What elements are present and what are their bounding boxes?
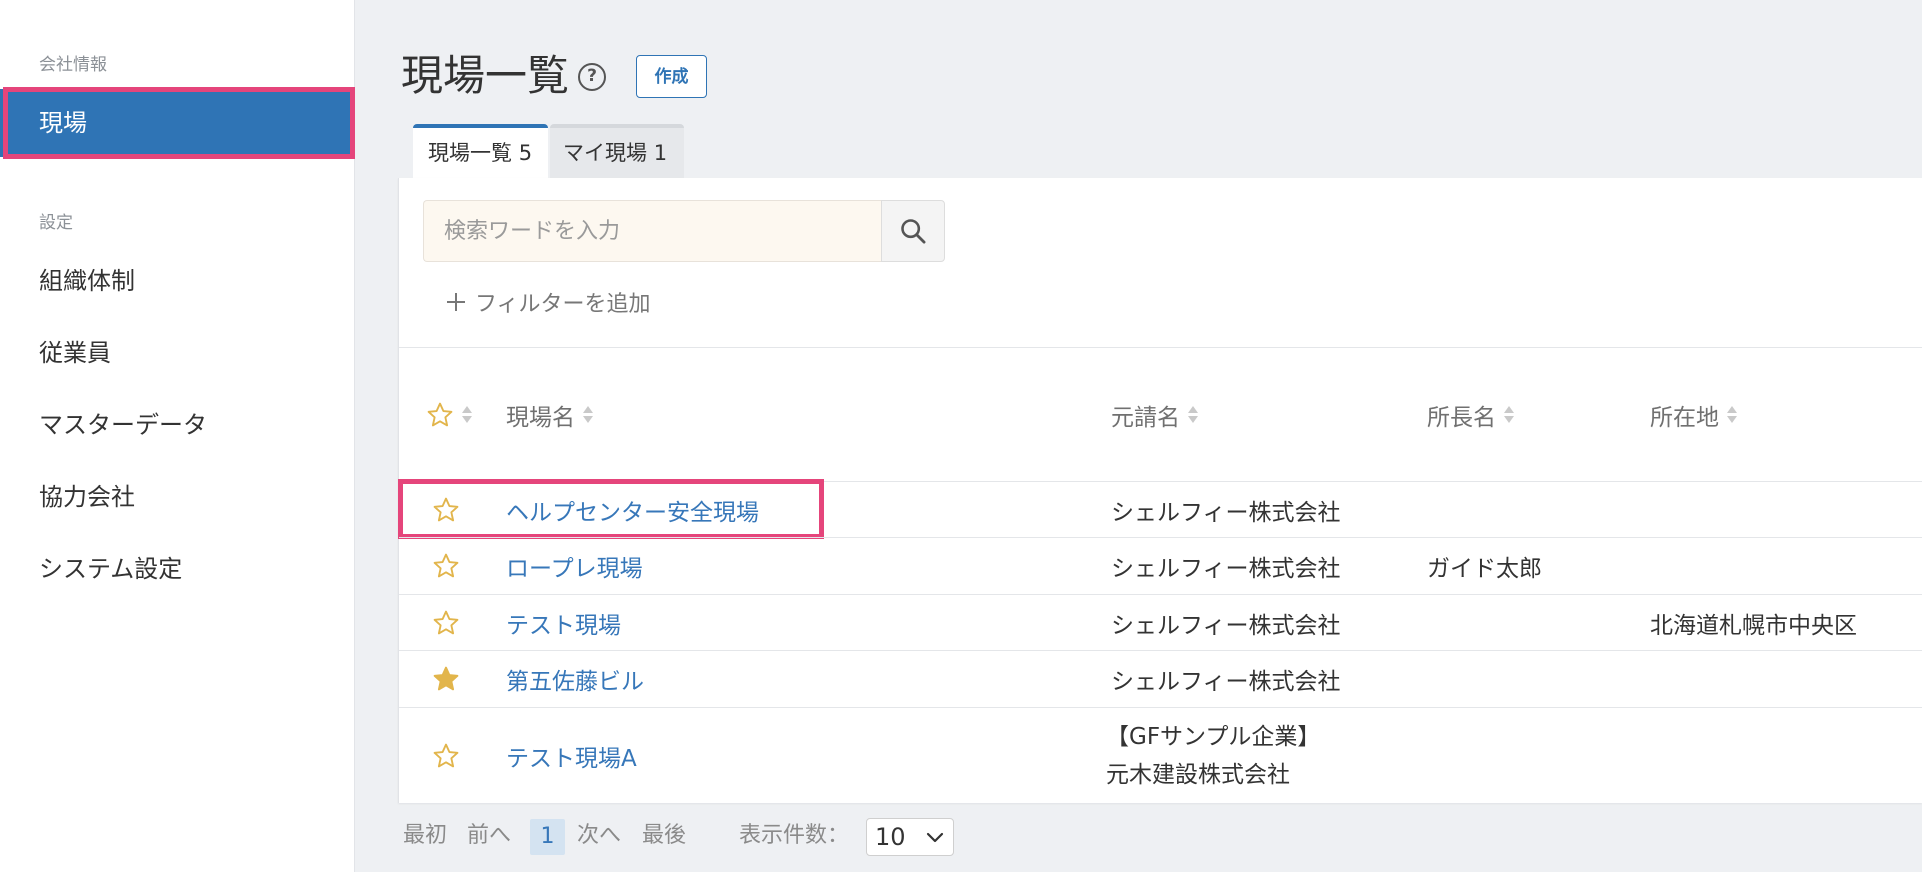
pagination-last[interactable]: 最後 [642, 820, 686, 852]
tab-count: 5 [518, 141, 533, 165]
column-header-label: 所在地 [1650, 404, 1719, 431]
add-filter-button[interactable]: フィルターを追加 [445, 288, 651, 317]
column-header-manager[interactable]: 所長名 [1427, 348, 1514, 481]
column-header-label: 所長名 [1427, 404, 1496, 431]
pagination-prev[interactable]: 前へ [467, 820, 511, 852]
pagination-first[interactable]: 最初 [403, 820, 447, 852]
favorite-sort-header[interactable] [426, 348, 472, 481]
tab-all-sites[interactable]: 現場一覧 5 [413, 124, 548, 178]
pagination-next[interactable]: 次へ [577, 820, 621, 852]
tab-label: マイ現場 [563, 141, 647, 165]
tab-count: 1 [653, 141, 668, 165]
sort-icon[interactable] [1504, 406, 1514, 423]
add-filter-label: フィルターを追加 [475, 292, 651, 317]
search-icon [901, 219, 926, 244]
create-button[interactable]: 作成 [636, 55, 707, 98]
contractor-cell: シェルフィー株式会社 [1111, 612, 1341, 639]
favorite-star-icon[interactable] [432, 708, 460, 803]
table-row[interactable]: テスト現場A 【GFサンプル企業】 元木建設株式会社 [399, 707, 1922, 803]
column-header-site-name[interactable]: 現場名 [506, 348, 593, 481]
table-row[interactable]: テスト現場 シェルフィー株式会社 北海道札幌市中央区 [399, 594, 1922, 650]
sort-icon[interactable] [583, 406, 593, 423]
contractor-cell: シェルフィー株式会社 [1111, 669, 1341, 695]
table-row[interactable]: ヘルプセンター安全現場 シェルフィー株式会社 [399, 481, 1922, 537]
sidebar-item-partner-companies[interactable]: 協力会社 [0, 461, 354, 533]
per-page-label: 表示件数： [739, 823, 850, 848]
favorite-star-icon[interactable] [432, 482, 460, 537]
table-header: 現場名 元請名 所長名 所在地 [399, 348, 1922, 481]
column-header-contractor[interactable]: 元請名 [1111, 348, 1198, 481]
question-circle-icon[interactable]: ? [578, 63, 606, 91]
column-header-label: 元請名 [1111, 404, 1180, 431]
page-title: 現場一覧 [401, 51, 570, 100]
manager-cell: ガイド太郎 [1427, 556, 1542, 582]
plus-icon [447, 293, 465, 311]
sidebar-item-sites[interactable]: 現場 [0, 89, 354, 157]
sidebar-item-master-data[interactable]: マスターデータ [0, 389, 354, 461]
chevron-down-icon [926, 832, 944, 843]
contractor-cell: シェルフィー株式会社 [1111, 499, 1341, 526]
column-header-label: 現場名 [506, 404, 575, 431]
favorite-star-icon[interactable] [432, 595, 460, 650]
sidebar-section-label-settings: 設定 [39, 213, 73, 233]
sort-icon[interactable] [462, 406, 472, 423]
table-row[interactable]: ロープレ現場 シェルフィー株式会社 ガイド太郎 [399, 537, 1922, 594]
site-name-link[interactable]: テスト現場 [506, 595, 621, 650]
pagination-current-page[interactable]: 1 [530, 819, 565, 855]
tab-label: 現場一覧 [428, 141, 512, 165]
sidebar-section-label-company: 会社情報 [39, 55, 107, 75]
column-header-location[interactable]: 所在地 [1650, 348, 1737, 481]
sidebar: 会社情報 現場 設定 組織体制 従業員 マスターデータ 協力会社 システム設定 [0, 0, 355, 872]
location-cell: 北海道札幌市中央区 [1650, 612, 1857, 639]
site-name-link[interactable]: テスト現場A [506, 708, 637, 803]
sort-icon[interactable] [1727, 406, 1737, 423]
search-input[interactable] [423, 200, 881, 262]
sidebar-item-organization[interactable]: 組織体制 [0, 245, 354, 317]
star-outline-icon [427, 402, 453, 426]
sort-icon[interactable] [1188, 406, 1198, 423]
contractor-cell: 【GFサンプル企業】 元木建設株式会社 [1106, 723, 1321, 788]
tab-my-sites[interactable]: マイ現場 1 [550, 124, 684, 178]
table-row[interactable]: 第五佐藤ビル シェルフィー株式会社 [399, 650, 1922, 707]
sites-panel: フィルターを追加 現場名 元請名 所長名 所在地 ヘルプセンター安全現場 [398, 178, 1922, 803]
site-name-link[interactable]: ヘルプセンター安全現場 [506, 482, 759, 537]
favorite-star-icon[interactable] [432, 651, 460, 707]
per-page-value: 10 [875, 823, 906, 851]
site-name-link[interactable]: 第五佐藤ビル [506, 651, 644, 707]
site-name-link[interactable]: ロープレ現場 [506, 538, 643, 594]
sidebar-item-employees[interactable]: 従業員 [0, 317, 354, 389]
favorite-star-icon[interactable] [432, 538, 460, 594]
search-button[interactable] [881, 200, 945, 262]
sidebar-item-system-settings[interactable]: システム設定 [0, 533, 354, 605]
contractor-cell: シェルフィー株式会社 [1111, 556, 1341, 582]
per-page-select[interactable]: 10 [866, 818, 954, 856]
